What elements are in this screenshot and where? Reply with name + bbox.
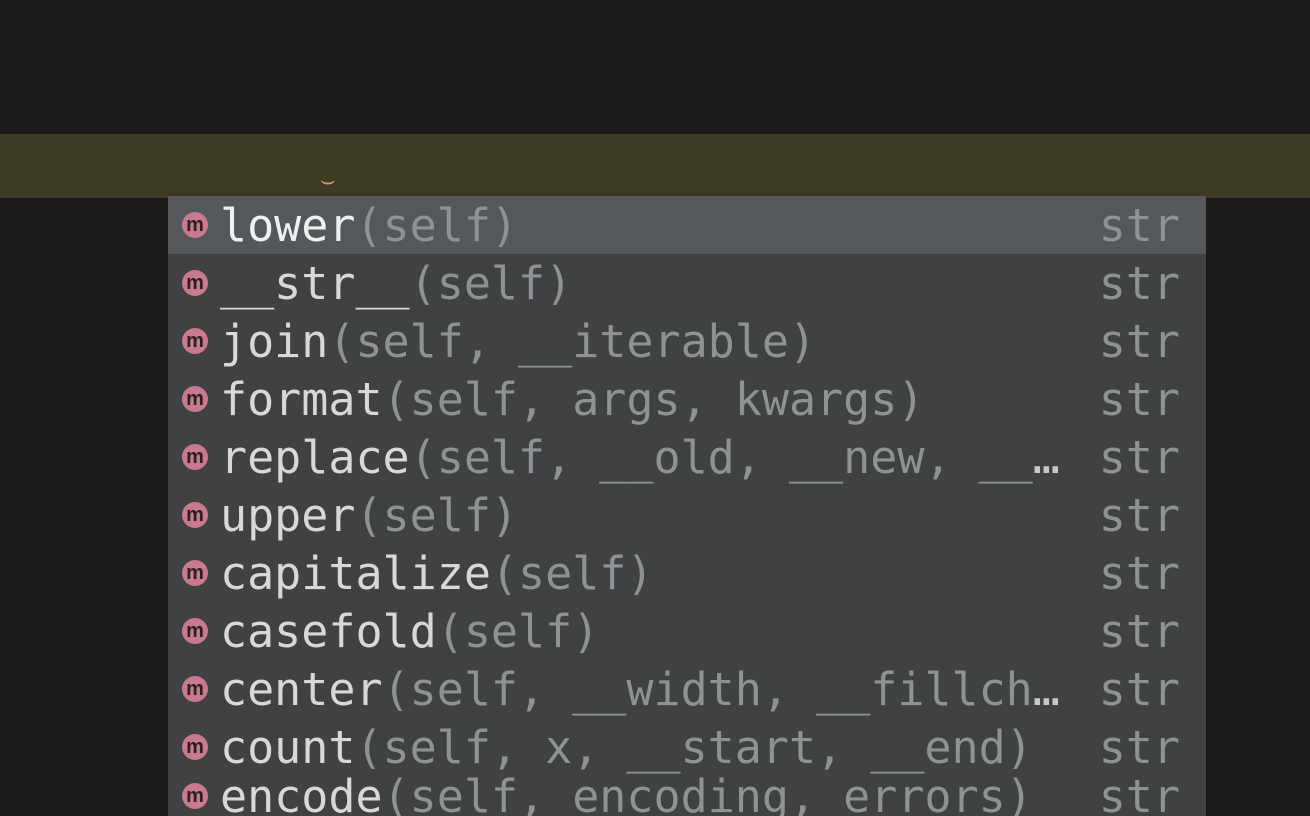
autocomplete-params: (self) [410,257,573,310]
autocomplete-name: join [220,315,328,368]
autocomplete-return-type: str [1079,721,1180,774]
method-icon: m [182,676,208,702]
method-icon: m [182,270,208,296]
autocomplete-name: replace [220,431,410,484]
code-line-2-current[interactable]: text.⌣ [0,134,1310,198]
autocomplete-signature: __str__(self) [220,257,1067,310]
autocomplete-item[interactable]: mcasefold(self)str [168,602,1206,660]
autocomplete-params: (self, __width, __fillcha… [383,663,1067,716]
autocomplete-return-type: str [1079,547,1180,600]
autocomplete-return-type: str [1079,489,1180,542]
autocomplete-return-type: str [1079,431,1180,484]
autocomplete-params: (self) [355,489,518,542]
autocomplete-signature: format(self, args, kwargs) [220,373,1067,426]
autocomplete-item[interactable]: m__str__(self)str [168,254,1206,312]
method-icon: m [182,444,208,470]
method-icon: m [182,618,208,644]
autocomplete-item[interactable]: mcapitalize(self)str [168,544,1206,602]
autocomplete-signature: upper(self) [220,489,1067,542]
autocomplete-name: format [220,373,383,426]
autocomplete-params: (self, __iterable) [328,315,816,368]
autocomplete-return-type: str [1079,776,1180,816]
autocomplete-name: center [220,663,383,716]
method-icon: m [182,212,208,238]
autocomplete-item[interactable]: mcount(self, x, __start, __end)str [168,718,1206,776]
autocomplete-params: (self, x, __start, __end) [355,721,1032,774]
method-icon: m [182,328,208,354]
autocomplete-params: (self) [437,605,600,658]
method-icon: m [182,386,208,412]
autocomplete-name: __str__ [220,257,410,310]
autocomplete-return-type: str [1079,199,1180,252]
autocomplete-params: (self, args, kwargs) [383,373,925,426]
autocomplete-item[interactable]: mencode(self, encoding, errors)str [168,776,1206,816]
autocomplete-name: casefold [220,605,437,658]
autocomplete-signature: encode(self, encoding, errors) [220,776,1067,816]
autocomplete-signature: casefold(self) [220,605,1067,658]
code-line-1[interactable]: text: str = something() [0,70,1310,134]
autocomplete-name: encode [220,776,383,816]
method-icon: m [182,734,208,760]
autocomplete-item[interactable]: mcenter(self, __width, __fillcha…str [168,660,1206,718]
autocomplete-params: (self, __old, __new, __c… [410,431,1067,484]
autocomplete-signature: lower(self) [220,199,1067,252]
autocomplete-signature: count(self, x, __start, __end) [220,721,1067,774]
autocomplete-signature: capitalize(self) [220,547,1067,600]
method-icon: m [182,783,208,809]
autocomplete-return-type: str [1079,373,1180,426]
autocomplete-name: count [220,721,355,774]
autocomplete-item[interactable]: mlower(self)str [168,196,1206,254]
autocomplete-signature: join(self, __iterable) [220,315,1067,368]
autocomplete-name: lower [220,199,355,252]
code-editor[interactable]: text: str = something() text.⌣ [0,0,1310,198]
autocomplete-item[interactable]: m replace(self, __old, __new, __c…str [168,428,1206,486]
autocomplete-popup[interactable]: mlower(self)strm__str__(self)strmjoin(se… [168,196,1206,816]
autocomplete-name: upper [220,489,355,542]
autocomplete-params: (self) [491,547,654,600]
method-icon: m [182,502,208,528]
autocomplete-signature: center(self, __width, __fillcha… [220,663,1067,716]
autocomplete-return-type: str [1079,605,1180,658]
autocomplete-return-type: str [1079,257,1180,310]
autocomplete-name: capitalize [220,547,491,600]
autocomplete-params: (self, encoding, errors) [383,776,1033,816]
method-icon: m [182,560,208,586]
autocomplete-item[interactable]: mjoin(self, __iterable)str [168,312,1206,370]
autocomplete-signature: replace(self, __old, __new, __c… [220,431,1067,484]
autocomplete-item[interactable]: mupper(self)str [168,486,1206,544]
autocomplete-return-type: str [1079,663,1180,716]
autocomplete-item[interactable]: mformat(self, args, kwargs)str [168,370,1206,428]
autocomplete-return-type: str [1079,315,1180,368]
autocomplete-params: (self) [355,199,518,252]
